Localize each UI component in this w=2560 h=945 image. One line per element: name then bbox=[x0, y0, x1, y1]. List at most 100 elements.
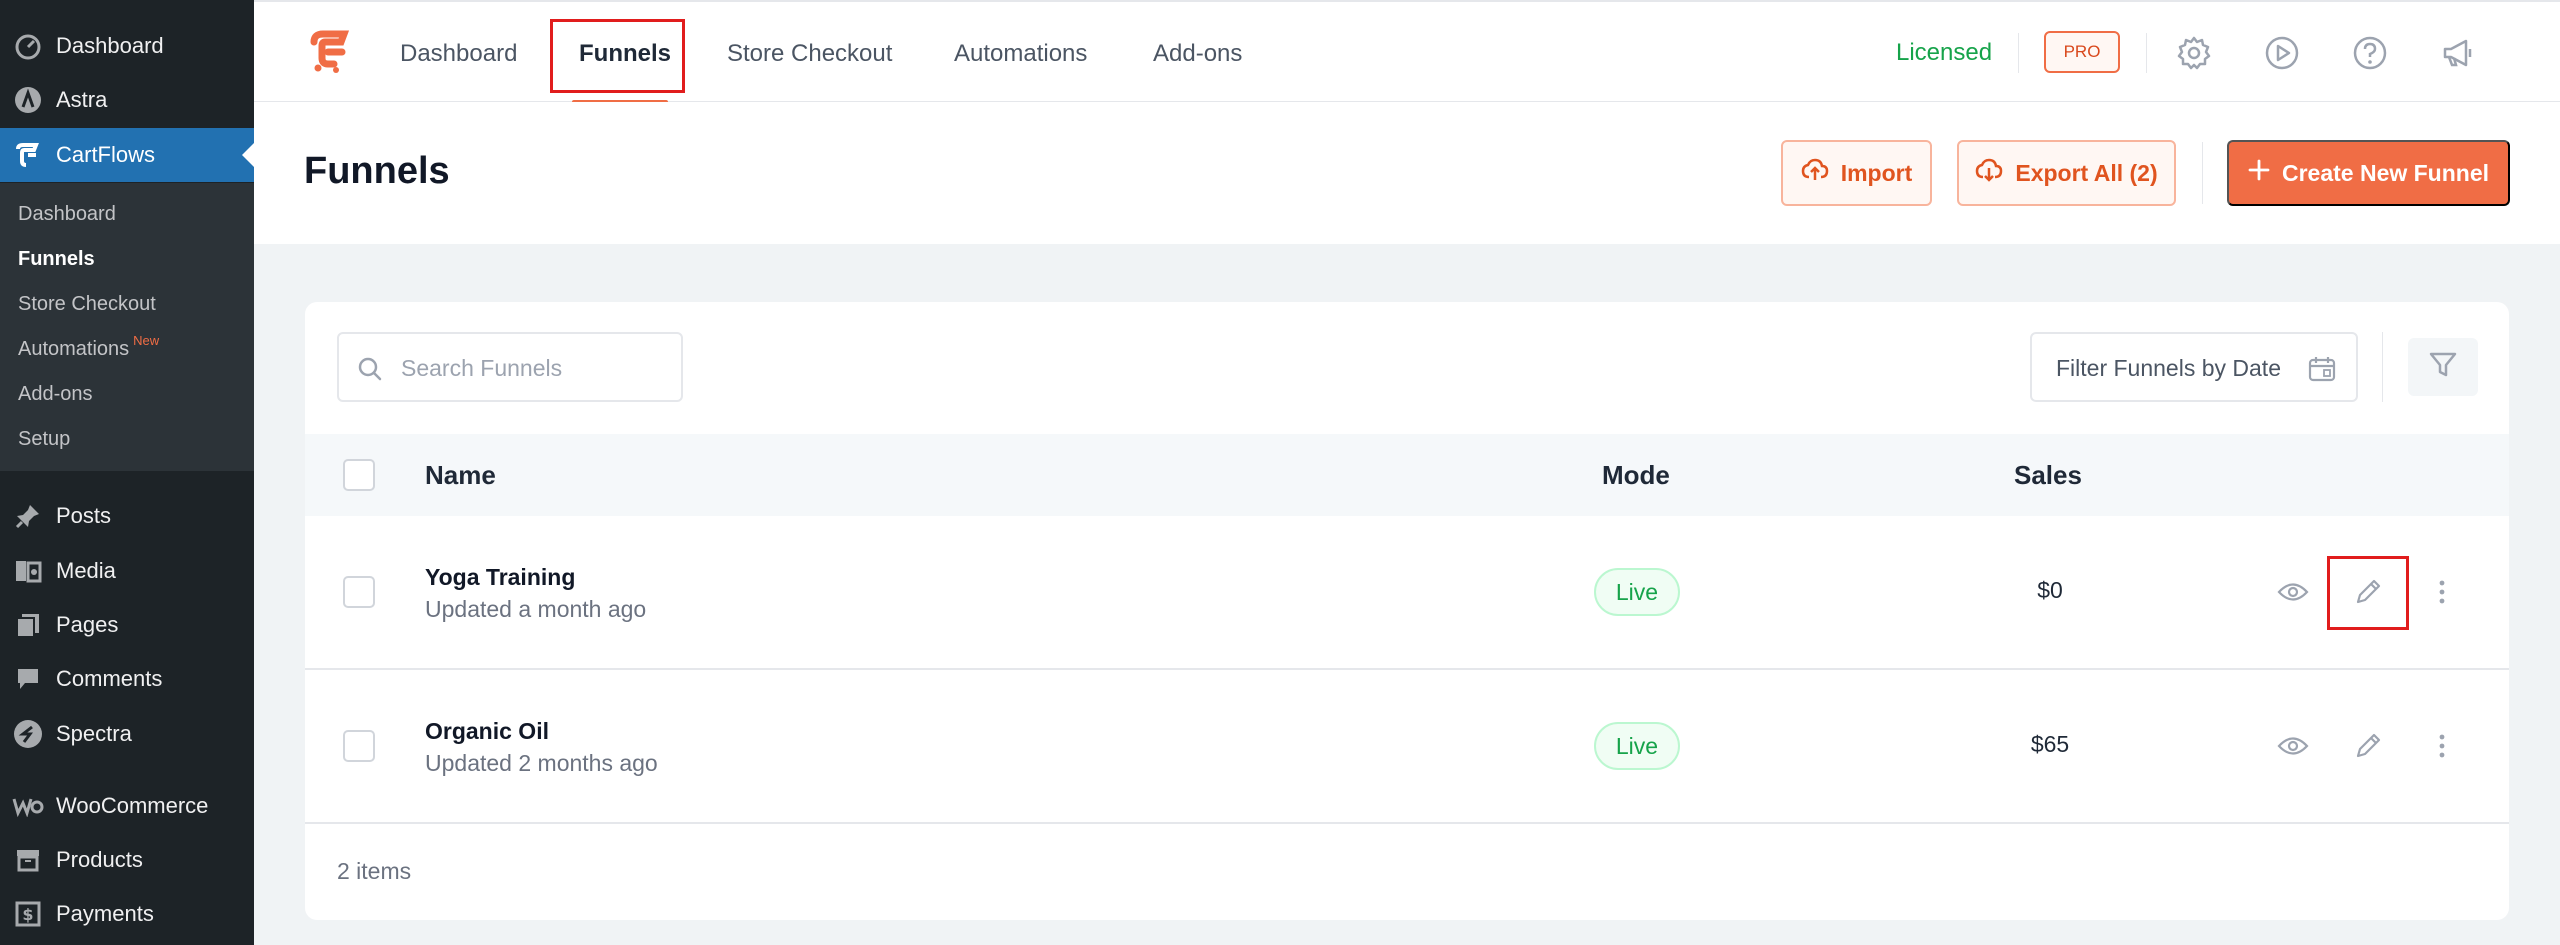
wp-menu-cartflows[interactable]: CartFlows bbox=[0, 128, 254, 182]
divider bbox=[2202, 142, 2203, 204]
filter-by-date-button[interactable]: Filter Funnels by Date bbox=[2030, 332, 2358, 402]
dashboard-icon bbox=[12, 30, 44, 62]
eye-icon[interactable] bbox=[2276, 575, 2310, 609]
page-header: Funnels Import Export All (2) Create New… bbox=[254, 102, 2560, 244]
wp-menu-media[interactable]: Media bbox=[0, 544, 254, 598]
create-new-funnel-label: Create New Funnel bbox=[2281, 159, 2490, 186]
wp-menu-label: Spectra bbox=[56, 721, 132, 746]
spectra-icon bbox=[12, 718, 44, 750]
select-all-checkbox[interactable] bbox=[343, 459, 375, 491]
cartflows-logo-icon[interactable] bbox=[306, 28, 352, 74]
column-header-name[interactable]: Name bbox=[425, 460, 496, 491]
search-icon bbox=[357, 356, 383, 387]
funnels-table-card: Filter Funnels by Date Name Mode Sales Y… bbox=[305, 302, 2509, 920]
table-row[interactable]: Organic Oil Updated 2 months ago Live $6… bbox=[305, 670, 2509, 824]
items-count: 2 items bbox=[337, 858, 412, 884]
tab-store-checkout[interactable]: Store Checkout bbox=[727, 40, 892, 68]
more-vertical-icon[interactable] bbox=[2425, 729, 2459, 763]
import-label: Import bbox=[1840, 159, 1913, 186]
cartflows-icon bbox=[12, 139, 44, 171]
wp-admin-sidebar: Dashboard Astra CartFlows Dashboard Funn… bbox=[0, 0, 254, 945]
dollar-icon: $ bbox=[12, 898, 44, 930]
column-header-sales: Sales bbox=[2014, 460, 2082, 490]
cloud-download-icon bbox=[1975, 156, 2003, 190]
divider bbox=[2018, 33, 2019, 73]
funnel-updated-time: Updated 2 months ago bbox=[425, 750, 658, 776]
pages-icon bbox=[12, 609, 44, 641]
submenu-automations[interactable]: Automations New bbox=[18, 333, 159, 361]
wp-menu-label: Products bbox=[56, 847, 143, 872]
calendar-icon bbox=[2308, 356, 2336, 388]
pro-badge[interactable]: PRO bbox=[2044, 31, 2120, 73]
funnel-name[interactable]: Yoga Training bbox=[425, 564, 575, 591]
wp-menu-astra[interactable]: Astra bbox=[0, 73, 254, 127]
media-icon bbox=[12, 555, 44, 587]
pushpin-icon bbox=[12, 500, 44, 532]
import-button[interactable]: Import bbox=[1781, 140, 1932, 206]
column-header-mode: Mode bbox=[1602, 460, 1670, 490]
plus-icon bbox=[2248, 159, 2270, 187]
submenu-add-ons[interactable]: Add-ons bbox=[18, 383, 93, 406]
archive-icon bbox=[12, 844, 44, 876]
wp-menu-label: Astra bbox=[56, 87, 108, 112]
help-icon[interactable] bbox=[2352, 35, 2388, 71]
edit-button-highlight bbox=[2327, 556, 2409, 630]
funnel-sales: $65 bbox=[2030, 731, 2070, 757]
filter-button[interactable] bbox=[2408, 338, 2478, 396]
wp-menu-spectra[interactable]: Spectra bbox=[0, 707, 254, 761]
row-checkbox[interactable] bbox=[343, 730, 375, 762]
svg-text:$: $ bbox=[22, 905, 33, 924]
table-header: Name Mode Sales bbox=[305, 434, 2509, 516]
submenu-funnels[interactable]: Funnels bbox=[18, 248, 95, 271]
funnel-filter-icon bbox=[2428, 350, 2458, 385]
wp-menu-label: CartFlows bbox=[56, 142, 156, 167]
edit-pencil-icon[interactable] bbox=[2351, 729, 2385, 763]
license-status: Licensed bbox=[1896, 39, 1993, 66]
create-new-funnel-button[interactable]: Create New Funnel bbox=[2227, 140, 2510, 206]
wp-menu-payments[interactable]: $ Payments bbox=[0, 887, 254, 941]
eye-icon[interactable] bbox=[2276, 729, 2310, 763]
submenu-store-checkout[interactable]: Store Checkout bbox=[18, 293, 156, 316]
comment-icon bbox=[12, 663, 44, 695]
wp-menu-comments[interactable]: Comments bbox=[0, 652, 254, 706]
submenu-setup[interactable]: Setup bbox=[18, 428, 70, 451]
funnels-tab-highlight bbox=[550, 19, 685, 93]
wp-menu-dashboard[interactable]: Dashboard bbox=[0, 19, 254, 73]
astra-icon bbox=[12, 84, 44, 116]
submenu-automations-label: Automations bbox=[18, 338, 130, 360]
search-funnels-field[interactable] bbox=[337, 332, 683, 402]
tab-automations[interactable]: Automations bbox=[954, 40, 1087, 68]
new-badge: New bbox=[133, 333, 160, 348]
cartflows-submenu: Dashboard Funnels Store Checkout Automat… bbox=[0, 183, 254, 471]
row-checkbox[interactable] bbox=[343, 576, 375, 608]
wp-menu-woocommerce[interactable]: WooCommerce bbox=[0, 779, 254, 833]
more-vertical-icon[interactable] bbox=[2425, 575, 2459, 609]
tab-dashboard[interactable]: Dashboard bbox=[400, 40, 517, 68]
funnel-updated-time: Updated a month ago bbox=[425, 596, 647, 622]
wp-menu-label: Dashboard bbox=[56, 33, 164, 58]
divider bbox=[2382, 332, 2383, 402]
funnel-sales: $0 bbox=[2037, 577, 2063, 603]
wp-menu-products[interactable]: Products bbox=[0, 833, 254, 887]
divider bbox=[2146, 33, 2147, 73]
mode-badge: Live bbox=[1594, 568, 1680, 616]
play-icon[interactable] bbox=[2264, 35, 2300, 71]
wp-menu-pages[interactable]: Pages bbox=[0, 598, 254, 652]
gear-icon[interactable] bbox=[2176, 35, 2212, 71]
date-filter-label: Filter Funnels by Date bbox=[2056, 355, 2281, 381]
table-row[interactable]: Yoga Training Updated a month ago Live $… bbox=[305, 516, 2509, 670]
export-all-label: Export All (2) bbox=[2015, 159, 2158, 186]
cloud-upload-icon bbox=[1801, 156, 1829, 190]
search-input[interactable] bbox=[401, 348, 671, 388]
megaphone-icon[interactable] bbox=[2440, 35, 2476, 71]
tab-add-ons[interactable]: Add-ons bbox=[1153, 40, 1242, 68]
woocommerce-icon bbox=[12, 790, 44, 822]
submenu-dashboard[interactable]: Dashboard bbox=[18, 203, 116, 226]
cartflows-top-nav: Dashboard Funnels Store Checkout Automat… bbox=[254, 0, 2560, 104]
wp-menu-posts[interactable]: Posts bbox=[0, 489, 254, 543]
page-title: Funnels bbox=[304, 150, 450, 192]
wp-menu-label: WooCommerce bbox=[56, 793, 209, 818]
export-all-button[interactable]: Export All (2) bbox=[1957, 140, 2176, 206]
wp-menu-label: Payments bbox=[56, 901, 154, 926]
funnel-name[interactable]: Organic Oil bbox=[425, 718, 549, 745]
